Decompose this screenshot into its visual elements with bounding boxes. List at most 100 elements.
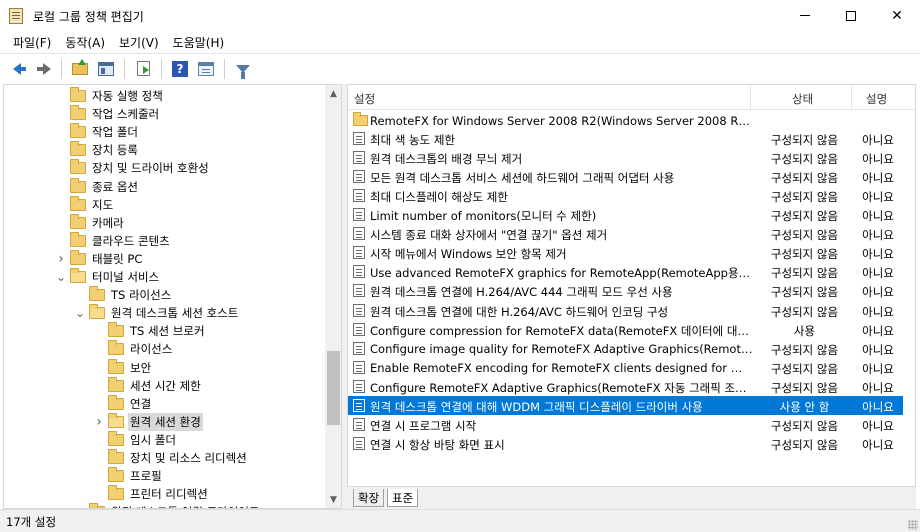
policy-setting-row[interactable]: 최대 디스플레이 해상도 제한 구성되지 않음 아니요 [348, 186, 903, 205]
setting-state: 구성되지 않음 [770, 437, 839, 452]
policy-setting-row[interactable]: 최대 색 농도 제한 구성되지 않음 아니요 [348, 129, 903, 148]
policy-setting-row[interactable]: 모든 원격 데스크톱 서비스 세션에 하드웨어 그래픽 어댑터 사용 구성되지 않… [348, 167, 903, 186]
tree-node[interactable]: 장치 및 드라이버 호환성 [56, 159, 211, 177]
expand-chevron-icon[interactable]: › [94, 414, 104, 430]
tab-standard[interactable]: 표준 [387, 489, 419, 507]
filter-button[interactable] [232, 58, 254, 80]
tab-extended[interactable]: 확장 [353, 489, 385, 507]
tree-node[interactable]: ⌄ 원격 데스크톱 세션 호스트 [75, 304, 240, 322]
policy-setting-icon [353, 170, 365, 184]
tree-node[interactable]: ⌄ 터미널 서비스 [56, 268, 161, 286]
policy-setting-row[interactable]: Configure RemoteFX Adaptive Graphics(Rem… [348, 377, 903, 396]
menu-bar: 파일(F) 동작(A) 보기(V) 도움말(H) [0, 31, 920, 53]
maximize-icon [846, 10, 856, 21]
tree-node[interactable]: 카메라 [56, 213, 126, 232]
tree-node[interactable]: 라이선스 [94, 340, 174, 358]
setting-comment: 아니요 [862, 418, 894, 433]
setting-state: 구성되지 않음 [770, 133, 839, 148]
folder-icon [108, 467, 124, 483]
menu-file[interactable]: 파일(F) [6, 31, 58, 53]
menu-help[interactable]: 도움말(H) [166, 31, 232, 53]
export-list-button[interactable] [132, 58, 154, 80]
policy-setting-row[interactable]: 원격 데스크톱 연결에 대해 WDDM 그래픽 디스플레이 드라이버 사용 사용 … [348, 395, 903, 415]
policy-setting-icon [353, 417, 365, 431]
scroll-up-icon[interactable]: ▲ [325, 85, 341, 102]
scroll-down-icon[interactable]: ▼ [325, 491, 341, 508]
app-icon [9, 8, 23, 24]
toolbar-separator [161, 58, 162, 79]
tree-node[interactable]: 작업 스케줄러 [56, 105, 161, 123]
show-hide-console-tree-button[interactable] [95, 58, 117, 80]
tree-node[interactable]: › 태블릿 PC [56, 249, 144, 268]
up-folder-button[interactable] [69, 58, 91, 80]
setting-name: Limit number of monitors(모니터 수 제한) [370, 209, 597, 224]
expand-chevron-icon[interactable]: › [56, 251, 66, 267]
setting-name: 연결 시 항상 바탕 화면 표시 [370, 437, 505, 452]
column-header-setting[interactable]: 설정 [354, 91, 375, 107]
setting-state: 구성되지 않음 [770, 171, 839, 186]
policy-setting-icon [353, 398, 365, 412]
setting-comment: 아니요 [862, 133, 894, 148]
tree-vertical-scrollbar[interactable]: ▲ ▼ [325, 85, 341, 508]
policy-setting-row[interactable]: Enable RemoteFX encoding for RemoteFX cl… [348, 358, 903, 377]
properties-button[interactable] [195, 58, 217, 80]
help-button[interactable]: ? [169, 58, 191, 80]
policy-setting-row[interactable]: Limit number of monitors(모니터 수 제한) 구성되지 않… [348, 205, 903, 224]
column-header-state[interactable]: 상태 [792, 91, 813, 107]
collapse-chevron-icon[interactable]: ⌄ [56, 270, 66, 284]
minimize-button[interactable] [782, 0, 828, 31]
folder-icon [70, 195, 86, 211]
column-header-comment[interactable]: 설명 [866, 91, 887, 107]
scroll-thumb[interactable] [327, 351, 340, 425]
tree-node[interactable]: 자동 실행 정책 [56, 87, 165, 105]
back-button[interactable] [6, 58, 28, 80]
policy-setting-row[interactable]: 연결 시 프로그램 시작 구성되지 않음 아니요 [348, 415, 903, 434]
forward-button[interactable] [32, 58, 54, 80]
tree-node[interactable]: 세션 시간 제한 [94, 376, 203, 395]
tree-node[interactable]: TS 라이선스 [75, 286, 173, 304]
folder-icon [70, 177, 86, 193]
tree-node[interactable]: › 원격 세션 환경 [94, 412, 203, 431]
tree-node[interactable]: 지도 [56, 195, 115, 214]
close-button[interactable]: ✕ [874, 0, 920, 31]
maximize-button[interactable] [828, 0, 874, 31]
tree-node[interactable]: 임시 폴더 [94, 430, 178, 449]
setting-name: 원격 데스크톱 연결에 대해 WDDM 그래픽 디스플레이 드라이버 사용 [370, 399, 703, 414]
tree-node-label: 보안 [130, 360, 152, 375]
tree-node[interactable]: 프로필 [94, 467, 164, 485]
policy-setting-row[interactable]: Use advanced RemoteFX graphics for Remot… [348, 262, 903, 281]
tree-node[interactable]: 연결 [94, 394, 153, 413]
policy-setting-row[interactable]: Configure compression for RemoteFX data(… [348, 320, 903, 339]
show-hide-console-tree-icon [98, 61, 114, 76]
column-divider[interactable] [750, 85, 751, 110]
column-divider[interactable] [851, 85, 852, 110]
tree-node-label: 터미널 서비스 [92, 270, 160, 284]
policy-setting-row[interactable]: 원격 데스크톱 연결에 H.264/AVC 444 그래픽 모드 우선 사용 구성… [348, 281, 903, 300]
resize-grip-icon[interactable] [908, 520, 918, 530]
tree-node[interactable]: 클라우드 콘텐츠 [56, 231, 172, 250]
setting-name: 시작 메뉴에서 Windows 보안 항목 제거 [370, 247, 567, 262]
tree-node[interactable]: 장치 및 리소스 리디렉션 [94, 449, 249, 467]
tree-node-label: 장치 및 리소스 리디렉션 [130, 451, 247, 465]
folder-icon [70, 105, 86, 121]
policy-setting-row[interactable]: 시스템 종료 대화 상자에서 "연결 끊기" 옵션 제거 구성되지 않음 아니요 [348, 224, 903, 243]
menu-action[interactable]: 동작(A) [58, 31, 112, 53]
policy-setting-row[interactable]: 원격 데스크톱 연결에 대한 H.264/AVC 하드웨어 인코딩 구성 구성되지… [348, 301, 903, 320]
tree-node[interactable]: 보안 [94, 358, 153, 377]
policy-setting-row[interactable]: Configure image quality for RemoteFX Ada… [348, 339, 903, 358]
policy-setting-row[interactable]: 원격 데스크톱의 배경 무늬 제거 구성되지 않음 아니요 [348, 148, 903, 167]
collapse-chevron-icon[interactable]: ⌄ [75, 306, 85, 320]
list-folder-row[interactable]: RemoteFX for Windows Server 2008 R2(Wind… [348, 110, 903, 129]
menu-view[interactable]: 보기(V) [112, 31, 166, 53]
tree-node[interactable]: TS 세션 브로커 [94, 322, 207, 340]
tree-node[interactable]: 장치 등록 [56, 141, 140, 159]
tree-node[interactable]: 프린터 리디렉션 [94, 485, 210, 503]
policy-setting-row[interactable]: 시작 메뉴에서 Windows 보안 항목 제거 구성되지 않음 아니요 [348, 243, 903, 262]
tree-node-label: 클라우드 콘텐츠 [92, 233, 170, 248]
tree-node[interactable]: 종료 옵션 [56, 177, 140, 196]
policy-setting-icon [353, 436, 365, 450]
tree-node[interactable]: 작업 폴더 [56, 123, 140, 141]
policy-setting-row[interactable]: 연결 시 항상 바탕 화면 표시 구성되지 않음 아니요 [348, 434, 903, 453]
